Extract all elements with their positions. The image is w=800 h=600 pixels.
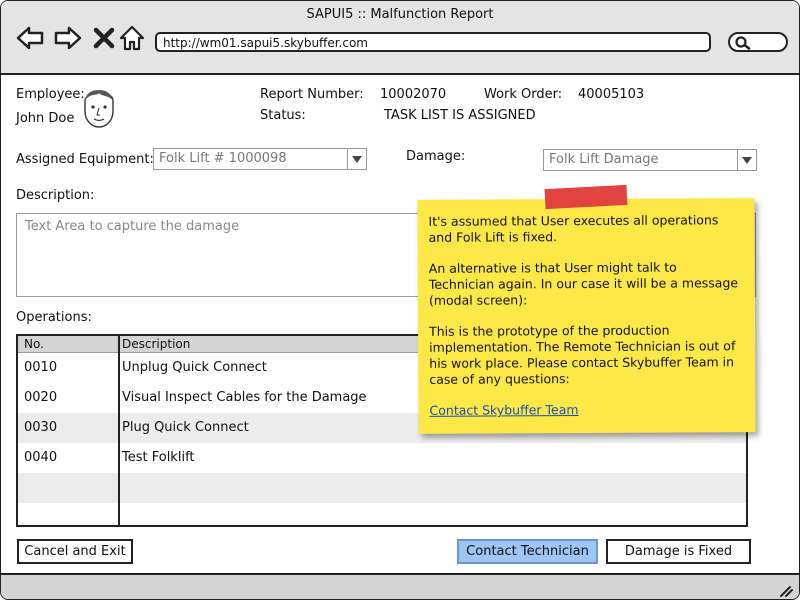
note-paragraph-2: An alternative is that User might talk t… xyxy=(428,259,739,308)
search-icon xyxy=(735,36,751,50)
home-icon[interactable] xyxy=(117,23,147,53)
status-value: TASK LIST IS ASSIGNED xyxy=(384,108,536,123)
back-arrow-icon[interactable] xyxy=(15,23,45,53)
resize-grip-icon[interactable] xyxy=(777,583,793,597)
forward-arrow-icon[interactable] xyxy=(53,23,83,53)
column-divider xyxy=(118,336,120,525)
row-description: Plug Quick Connect xyxy=(122,420,249,435)
browser-search-box[interactable] xyxy=(728,32,788,52)
status-label: Status: xyxy=(260,108,306,123)
damage-select[interactable]: Folk Lift Damage xyxy=(543,149,757,171)
table-row[interactable]: 0040 Test Folklift xyxy=(18,443,746,473)
url-field[interactable]: http://wm01.sapui5.skybuffer.com xyxy=(155,32,711,52)
note-paragraph-1: It's assumed that User executes all oper… xyxy=(428,212,719,245)
app-window: SAPUI5 :: Malfunction Report http://wm01… xyxy=(0,0,800,600)
chevron-down-icon[interactable] xyxy=(737,150,756,170)
description-label: Description: xyxy=(16,188,95,203)
sticky-tape xyxy=(544,184,628,210)
row-description: Unplug Quick Connect xyxy=(122,360,267,375)
employee-name: John Doe xyxy=(16,111,75,126)
contact-skybuffer-link[interactable]: Contact Skybuffer Team xyxy=(429,402,578,418)
description-placeholder: Text Area to capture the damage xyxy=(25,219,240,234)
column-header-no[interactable]: No. xyxy=(24,336,44,352)
sticky-note: It's assumed that User executes all oper… xyxy=(417,198,756,434)
note-paragraph-3: This is the prototype of the production … xyxy=(429,322,736,387)
operations-label: Operations: xyxy=(16,310,92,325)
row-no: 0030 xyxy=(24,420,58,435)
browser-toolbar: SAPUI5 :: Malfunction Report http://wm01… xyxy=(1,1,799,75)
row-description: Test Folklift xyxy=(122,450,195,465)
report-number-value: 10002070 xyxy=(380,87,447,102)
chevron-down-icon[interactable] xyxy=(347,149,366,169)
row-no: 0040 xyxy=(24,450,58,465)
report-number-label: Report Number: xyxy=(260,87,364,102)
damage-select-value: Folk Lift Damage xyxy=(549,152,659,167)
row-no: 0010 xyxy=(24,360,58,375)
equipment-select[interactable]: Folk Lift # 1000098 xyxy=(153,148,367,170)
row-description: Visual Inspect Cables for the Damage xyxy=(122,390,367,405)
contact-technician-button[interactable]: Contact Technician xyxy=(457,539,598,564)
avatar xyxy=(84,90,114,128)
work-order-value: 40005103 xyxy=(578,87,645,102)
employee-label: Employee: xyxy=(16,87,85,102)
row-no: 0020 xyxy=(24,390,58,405)
damage-fixed-button[interactable]: Damage is Fixed xyxy=(606,539,751,564)
column-header-description[interactable]: Description xyxy=(122,336,190,352)
equipment-select-value: Folk Lift # 1000098 xyxy=(159,151,287,166)
close-icon[interactable] xyxy=(89,23,119,53)
equipment-label: Assigned Equipment: xyxy=(16,152,154,167)
work-order-label: Work Order: xyxy=(484,87,563,102)
status-bar xyxy=(1,573,799,599)
window-title: SAPUI5 :: Malfunction Report xyxy=(306,7,494,22)
table-row-empty xyxy=(18,473,746,503)
damage-label: Damage: xyxy=(406,149,466,164)
cancel-exit-button[interactable]: Cancel and Exit xyxy=(17,539,133,564)
